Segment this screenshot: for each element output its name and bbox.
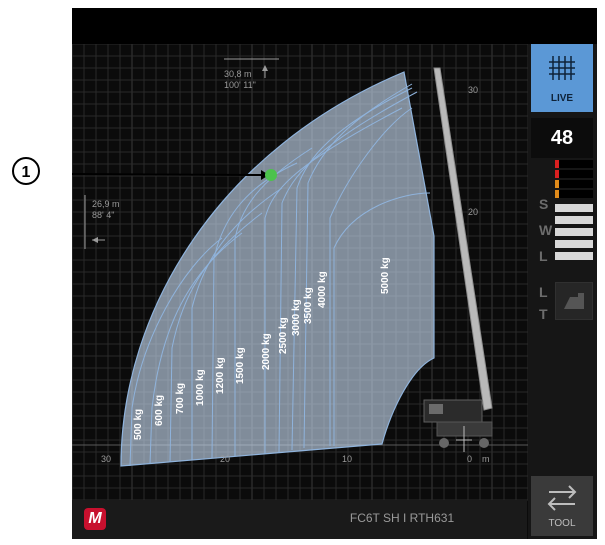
lt-letter-t: T <box>539 306 548 322</box>
zone-label-5000: 5000 kg <box>380 257 391 294</box>
swl-letter-l: L <box>539 248 548 264</box>
top-dim-metric: 30,8 m <box>224 69 252 79</box>
axis-y-label-30: 30 <box>468 85 479 95</box>
swap-arrows-icon <box>547 485 577 511</box>
axis-x-label-0: 0 <box>467 454 473 464</box>
zone-label-1000: 1000 kg <box>195 369 206 406</box>
axis-x-label-10: 10 <box>342 454 353 464</box>
zone-label-700: 700 kg <box>175 383 186 414</box>
callout-line <box>72 173 265 176</box>
zone-label-600: 600 kg <box>154 395 165 426</box>
top-dim-imperial: 100' 11" <box>224 80 256 90</box>
zone-label-2000: 2000 kg <box>261 333 272 370</box>
lt-panel: L T <box>531 278 593 334</box>
callout-number-badge: 1 <box>12 157 40 185</box>
zone-label-4000: 4000 kg <box>317 271 328 308</box>
machine-model: FC6T SH I RTH631 <box>349 511 455 525</box>
bottom-bar: M FC6T SH I RTH631 <box>72 500 527 539</box>
lt-letter-l: L <box>539 284 548 300</box>
zone-label-2500: 2500 kg <box>278 317 289 354</box>
axis-x-unit: m <box>482 454 490 464</box>
zone-label-1500: 1500 kg <box>235 347 246 384</box>
swl-letter-s: S <box>539 196 549 212</box>
load-chart-plot: 500 kg 600 kg 700 kg 1000 kg 1200 kg 1500 kg 2… <box>72 43 529 501</box>
machine-level-icon[interactable] <box>555 282 593 320</box>
load-percentage-readout: 48 <box>531 118 593 158</box>
axis-x-label-30: 30 <box>101 454 112 464</box>
zone-label-1200: 1200 kg <box>215 357 226 394</box>
side-dim-metric: 26,9 m <box>92 199 120 209</box>
position-marker <box>265 169 277 181</box>
swl-letter-w: W <box>539 222 553 238</box>
axis-y-label-20: 20 <box>468 207 479 217</box>
axis-x-label-20: 20 <box>220 454 231 464</box>
top-bar <box>72 8 597 44</box>
load-chart-screen: 500 kg 600 kg 700 kg 1000 kg 1200 kg 1500 kg 2… <box>72 8 597 539</box>
tool-button[interactable]: TOOL <box>531 476 593 536</box>
right-sidebar: LIVE 48 S W L L T TOOL <box>528 44 597 539</box>
swl-indicator: S W L <box>531 160 593 270</box>
side-dim-imperial: 88' 4" <box>92 210 115 220</box>
brand-logo: M <box>84 508 106 530</box>
live-grid-button[interactable]: LIVE <box>531 44 593 112</box>
grid-icon <box>549 56 575 80</box>
tool-label: TOOL <box>548 518 576 529</box>
zone-label-3500: 3500 kg <box>303 287 314 324</box>
zone-label-3000: 3000 kg <box>291 299 302 336</box>
zone-label-500: 500 kg <box>133 409 144 440</box>
live-label: LIVE <box>550 93 574 104</box>
